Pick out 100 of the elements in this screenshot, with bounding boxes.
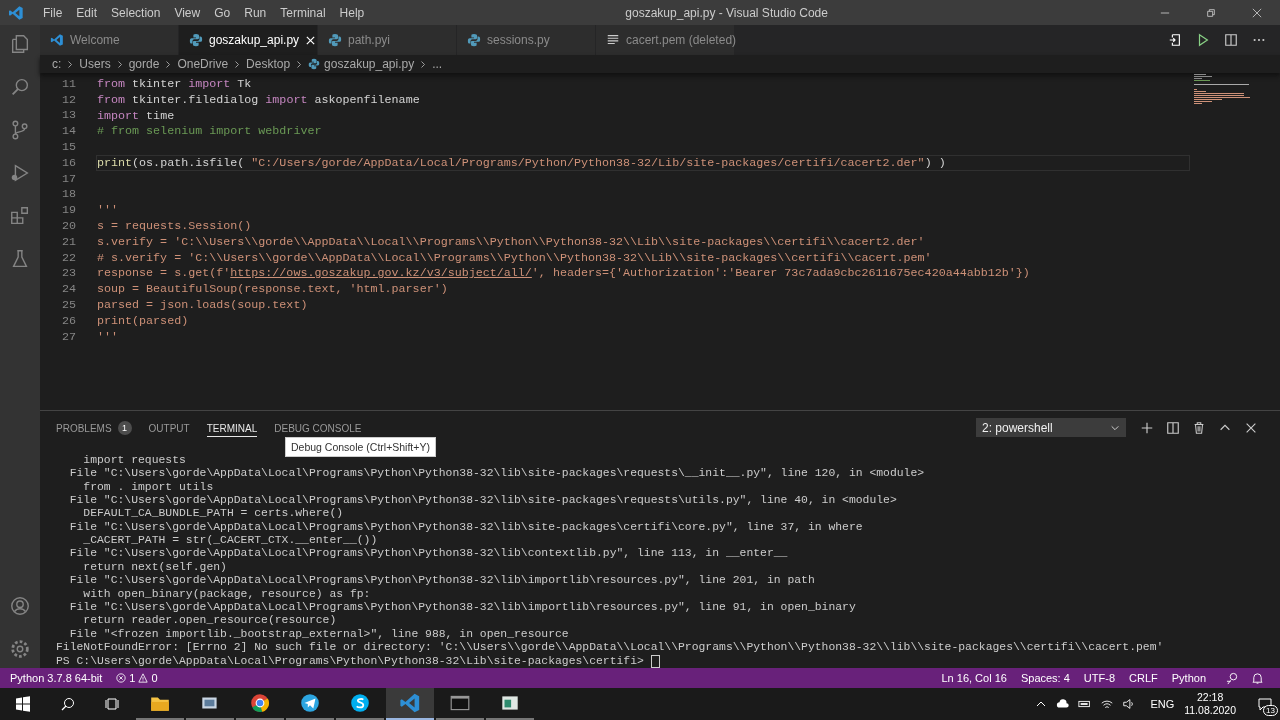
terminal-line: File "C:\Users\gorde\AppData\Local\Programs\Python\Python38-32\lib\importlib\resources.py", line 201, in path <box>68 574 816 588</box>
feedback-icon[interactable] <box>1226 671 1239 685</box>
editor-tab[interactable]: cacert.pem (deleted) <box>596 25 735 55</box>
panel-tab[interactable]: PROBLEMS 1 <box>56 417 132 439</box>
breadcrumb-item[interactable]: OneDrive <box>177 57 229 71</box>
play-icon[interactable] <box>1196 33 1210 47</box>
breadcrumb-item[interactable]: Users <box>79 57 111 71</box>
bell-icon[interactable] <box>1251 671 1264 685</box>
code-line: print(parsed) <box>96 312 190 329</box>
source-control-icon[interactable] <box>9 119 31 141</box>
panel-tab[interactable]: OUTPUT <box>148 418 190 437</box>
split-editor-icon[interactable] <box>1224 33 1238 47</box>
terminal-dropdown[interactable]: 2: powershell <box>976 418 1126 438</box>
trash-icon[interactable] <box>1192 420 1206 435</box>
python-file-icon <box>328 33 342 47</box>
breadcrumb-item[interactable]: Desktop <box>246 57 291 71</box>
python-file-icon <box>467 33 481 47</box>
code-line: s = requests.Session() <box>96 218 253 235</box>
files-icon[interactable] <box>9 33 31 55</box>
terminal-line: File "C:\Users\gorde\AppData\Local\Programs\Python\Python38-32\lib\site-packages\requests\__init__.py", line 120, in <module> <box>68 467 926 481</box>
cloud-icon[interactable] <box>1056 698 1071 710</box>
status-item[interactable]: CRLF <box>1129 672 1158 684</box>
code-line: # from selenium import webdriver <box>96 123 323 140</box>
settings-icon[interactable] <box>9 638 31 660</box>
notifications-icon[interactable] <box>1257 696 1273 712</box>
status-item[interactable]: Python <box>1171 672 1206 684</box>
menu-item[interactable]: Run <box>237 5 274 20</box>
line-number: 27 <box>60 329 76 344</box>
editor-logo-icon[interactable] <box>386 688 434 720</box>
run-debug-icon[interactable] <box>9 162 31 184</box>
terminal-line: File "<frozen importlib._bootstrap_external>", line 988, in open_resource <box>68 627 570 642</box>
line-number: 19 <box>60 203 76 218</box>
terminal-line: File "C:\Users\gorde\AppData\Local\Programs\Python\Python38-32\lib\site-packages\requests\utils.py", line 40, in <module> <box>68 493 898 508</box>
chevron-right-icon <box>165 59 172 69</box>
error-icon[interactable] <box>116 673 127 683</box>
window-title: goszakup_api.py - Visual Studio Code <box>625 5 828 20</box>
terminal-line: File "C:\Users\gorde\AppData\Local\Programs\Python\Python38-32\lib\importlib\resources.py", line 91, in open_binary <box>68 601 857 615</box>
error-count[interactable]: 1 <box>129 672 136 684</box>
line-number: 23 <box>60 266 76 281</box>
editor-tab[interactable]: Welcome <box>40 25 179 55</box>
warning-icon[interactable] <box>138 673 149 683</box>
menu-item[interactable]: Selection <box>104 5 168 20</box>
chevron-right-icon <box>67 59 74 69</box>
editor-tab[interactable]: sessions.py <box>457 25 596 55</box>
status-item[interactable]: Spaces: 4 <box>1020 672 1070 684</box>
warning-count[interactable]: 0 <box>151 672 158 684</box>
app-logo-icon <box>8 4 24 21</box>
panel-tab[interactable]: TERMINAL <box>206 418 258 437</box>
chevron-right-icon <box>116 59 123 69</box>
code-line: # s.verify = 'C:\\Users\\gorde\\AppData\\Local\\Programs\\Python\\Python38-32\\Lib\\site-packages\\certifi\\cacert.pem' <box>96 249 933 266</box>
code-line: s.verify = 'C:\\Users\\gorde\\AppData\\Local\\Programs\\Python\\Python38-32\\Lib\\site-packages\\certifi\\cacert2.der' <box>96 233 926 250</box>
menu-item[interactable]: Go <box>207 5 238 20</box>
status-item[interactable]: UTF-8 <box>1083 672 1115 684</box>
menu-item[interactable]: File <box>36 5 70 20</box>
line-number: 14 <box>60 124 76 139</box>
chevron-right-icon <box>296 59 303 69</box>
line-number: 25 <box>60 298 76 313</box>
menu-item[interactable]: Help <box>332 5 372 20</box>
menu-item[interactable]: View <box>167 5 208 20</box>
menu-item[interactable]: Edit <box>69 5 105 20</box>
terminal-line: DEFAULT_CA_BUNDLE_PATH = certs.where() <box>82 507 345 521</box>
count-badge: 1 <box>117 421 132 436</box>
language-indicator[interactable]: ENG <box>1150 698 1175 710</box>
line-number: 26 <box>60 313 76 328</box>
code-line: from tkinter.filedialog import askopenfilename <box>96 91 421 108</box>
editor-tab[interactable]: path.pyi <box>318 25 457 55</box>
breadcrumb-item[interactable]: c: <box>52 57 62 71</box>
code-line: import time <box>96 107 176 124</box>
chevron-right-icon <box>234 59 241 69</box>
breadcrumb-item[interactable]: ... <box>432 57 443 71</box>
panel-tab[interactable]: DEBUG CONSOLE <box>274 418 362 437</box>
extensions-icon[interactable] <box>9 205 31 227</box>
open-preview-icon[interactable] <box>1168 33 1182 47</box>
python-file-icon <box>308 58 321 70</box>
breadcrumb-item[interactable]: gorde <box>128 57 160 71</box>
notification-count: 13 <box>1263 705 1278 716</box>
code-line: response = s.get(f'https://ows.goszakup.gov.kz/v3/subject/all/', headers={'Authorization':'Bearer 73c7ada9cbc2611675ec420a44abb12b'}) <box>96 265 1031 282</box>
terminal-prompt: PS C:\Users\gorde\AppData\Local\Programs\Python\Python38-32\Lib\site-packages\certifi> <box>56 654 645 668</box>
python-file-icon <box>189 33 203 47</box>
plus-icon[interactable] <box>1140 420 1154 435</box>
tooltip: Debug Console (Ctrl+Shift+Y) <box>285 437 436 457</box>
terminal-line: File "C:\Users\gorde\AppData\Local\Programs\Python\Python38-32\lib\contextlib.py", line 113, in __enter__ <box>68 547 789 561</box>
interpreter-status[interactable]: Python 3.7.8 64-bit <box>10 672 103 684</box>
line-number: 17 <box>60 171 76 186</box>
status-item[interactable]: Ln 16, Col 16 <box>941 672 1007 684</box>
chevron-right-icon <box>420 59 427 69</box>
wifi-icon[interactable] <box>1100 698 1115 710</box>
account-icon[interactable] <box>9 595 31 617</box>
close-icon[interactable] <box>305 34 317 46</box>
terminal-line: return reader.open_resource(resource) <box>82 614 338 628</box>
menu-item[interactable]: Terminal <box>273 5 333 20</box>
terminal-line: with open_binary(package, resource) as fp: <box>82 587 372 602</box>
code-line: ''' <box>96 202 120 219</box>
battery-icon[interactable] <box>1078 698 1093 710</box>
breadcrumb-item[interactable]: goszakup_api.py <box>324 57 415 71</box>
split-terminal-icon[interactable] <box>1166 420 1180 435</box>
code-line: soup = BeautifulSoup(response.text, 'html.parser') <box>96 281 449 298</box>
editor-tab[interactable]: goszakup_api.py <box>179 25 318 55</box>
lines-icon <box>606 33 620 47</box>
clock[interactable]: 22:18 11.08.2020 <box>1184 691 1236 717</box>
